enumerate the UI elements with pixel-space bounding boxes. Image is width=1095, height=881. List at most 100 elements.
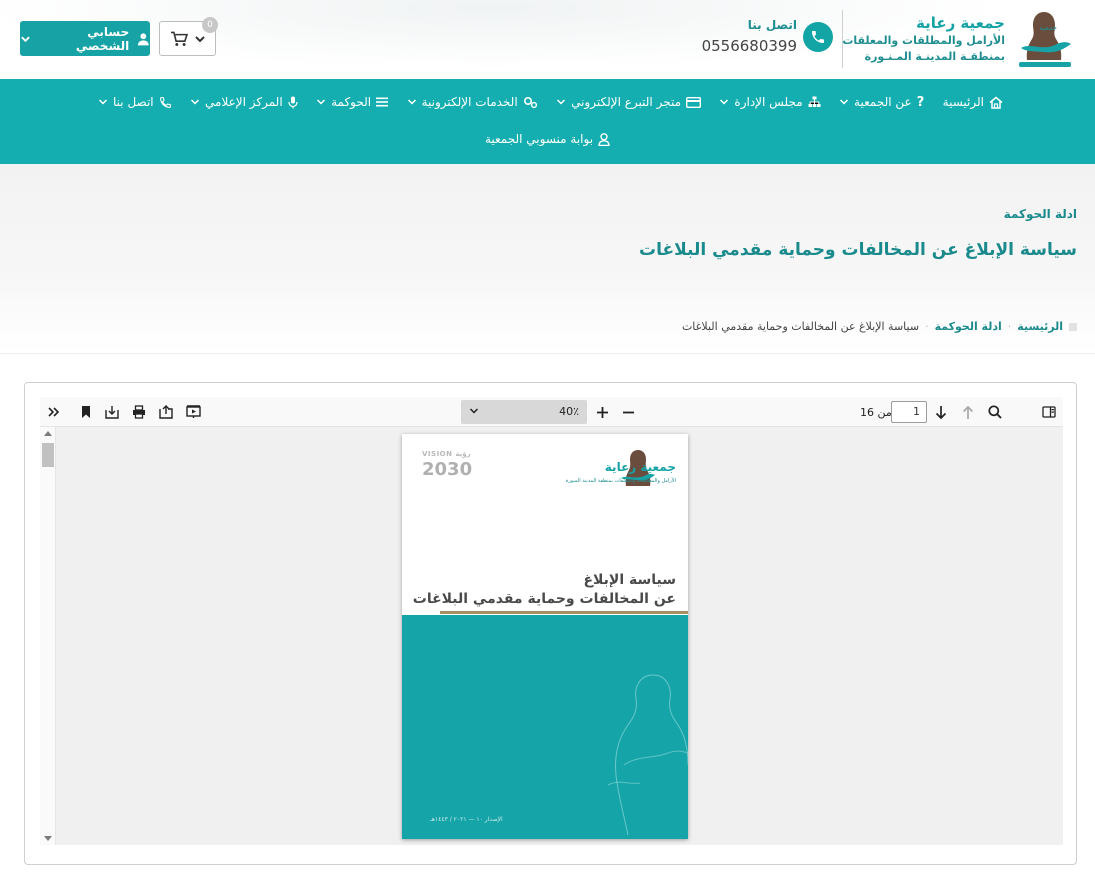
nav-item-label: الحوكمة [331,95,372,109]
scrollbar-thumb[interactable] [42,443,54,467]
page-title: سياسة الإبلاغ عن المخالفات وحماية مقدمي … [639,240,1077,260]
plus-icon [596,406,608,418]
breadcrumb-home[interactable]: الرئيسية [1017,320,1063,333]
woman-silhouette-illustration [607,674,688,835]
zoom-value: 40٪ [559,405,579,418]
header-divider [842,10,843,68]
breadcrumb-separator: · [925,320,929,333]
home-icon [989,96,1003,109]
chevron-down-icon [407,99,416,105]
top-header: جمعية جمعية رعاية الأرامل والمطلقات والم… [0,0,1095,79]
nav-item-label: بوابة منسوبي الجمعية [484,132,594,146]
bookmark-icon [82,406,90,418]
page-count-label: من 16 [860,406,892,419]
chevron-down-icon [194,35,205,42]
breadcrumb-category[interactable]: ادلة الحوكمة [935,320,1002,333]
logo-subtitle-region: بمنطقـة المدينـة المـنـورة [864,50,1005,63]
page-header: ادلة الحوكمة سياسة الإبلاغ عن المخالفات … [0,164,1095,354]
document-cover-band: الإصدار ١٠ — ٢٠٢١ / ١٤٤٣هـ [402,615,688,839]
breadcrumb: الرئيسية · ادلة الحوكمة · سياسة الإبلاغ … [682,320,1077,333]
scroll-down-arrow[interactable] [44,836,52,841]
search-icon [988,405,1002,419]
download-button[interactable] [102,402,122,422]
breadcrumb-separator: · [1007,320,1012,333]
site-logo[interactable]: جمعية جمعية رعاية الأرامل والمطلقات والم… [840,8,1075,70]
nav-item-e-services[interactable]: الخدمات الإلكترونية [407,95,538,109]
nav-item-governance[interactable]: الحوكمة [316,95,389,109]
print-icon [133,405,145,419]
nav-item-label: المركز الإعلامي [205,95,283,109]
arrow-down-icon [935,405,947,419]
question-icon: ? [916,94,925,110]
category-label: ادلة الحوكمة [1003,207,1077,221]
cogs-icon [523,96,537,108]
nav-item-label: متجر التبرع الإلكتروني [571,95,681,109]
previous-page-button[interactable] [958,402,978,422]
zoom-out-button[interactable] [618,402,638,422]
nav-item-label: مجلس الإدارة [734,95,803,109]
sidebar-toggle-button[interactable] [1039,402,1059,422]
logo-subtitle: الأرامل والمطلقات والمعلقات [842,34,1005,47]
user-icon [138,32,150,45]
nav-item-label: الخدمات الإلكترونية [421,95,518,109]
nav-item-label: عن الجمعية [854,95,912,109]
account-label: حسابي الشخصي [75,24,130,53]
breadcrumb-current: سياسة الإبلاغ عن المخالفات وحماية مقدمي … [681,320,920,333]
contact-label: اتصل بنا [747,18,797,32]
minus-icon [622,411,634,413]
document-logo-title: جمعية رعاية [604,460,676,474]
pdf-viewer: 40٪ من 16 1 جمعية رعاية الأرامل والمطلقا… [24,382,1077,865]
chevron-down-icon [317,99,326,105]
chevron-down-icon [21,36,30,42]
nav-item-board[interactable]: مجلس الإدارة [719,95,821,109]
svg-text:جمعية: جمعية [1039,24,1057,32]
nav-item-staff-portal[interactable]: بوابة منسوبي الجمعية [485,132,610,146]
page-number-input[interactable]: 1 [891,401,927,423]
nav-item-label: الرئيسية [942,95,984,109]
document-title-line2: عن المخالفات وحماية مقدمي البلاغات [412,591,676,607]
chevron-down-icon [557,99,566,105]
vision-year: 2030 [422,459,473,480]
nav-item-home[interactable]: الرئيسية [943,95,1003,109]
shopping-cart-icon [170,31,188,46]
phone-icon [159,96,171,108]
open-file-button[interactable] [156,402,176,422]
logo-mark-icon: جمعية [1019,12,1071,67]
download-icon [105,406,119,419]
account-button[interactable]: حسابي الشخصي [20,21,150,56]
chevron-down-icon [840,99,849,105]
document-title-line1: سياسة الإبلاغ [583,572,676,588]
zoom-in-button[interactable] [592,402,612,422]
vision-2030-logo: VISION رؤية 2030 [422,450,482,490]
print-button[interactable] [129,402,149,422]
vision-label: VISION رؤية [422,450,471,458]
contact-phone[interactable]: 0556680399 [702,37,797,55]
logo-title: جمعية رعاية [915,14,1005,32]
nav-item-about[interactable]: ? عن الجمعية [839,95,924,110]
bookmark-button[interactable] [76,402,96,422]
open-file-icon [159,405,173,419]
nav-item-contact[interactable]: اتصل بنا [98,95,172,109]
user-icon [598,132,610,146]
next-page-button[interactable] [931,402,951,422]
phone-icon[interactable] [803,22,833,52]
arrow-up-icon [962,405,974,419]
zoom-select[interactable]: 40٪ [461,400,587,424]
document-logo-subtitle: الأرامل والمطلقات والمعلقات بمنطقة المدي… [565,478,676,484]
nav-item-donation-store[interactable]: متجر التبرع الإلكتروني [556,95,701,109]
find-button[interactable] [985,402,1005,422]
double-chevron-right-icon [48,407,60,417]
tools-menu-button[interactable] [44,402,64,422]
scrollbar[interactable] [40,427,56,845]
main-navigation: الرئيسية ? عن الجمعية مجلس الإدارة متجر … [0,79,1095,164]
presentation-mode-button[interactable] [183,402,203,422]
pdf-viewer-area[interactable]: جمعية رعاية الأرامل والمطلقات والمعلقات … [40,427,1063,845]
pdf-page: جمعية رعاية الأرامل والمطلقات والمعلقات … [402,434,688,839]
microphone-icon [288,96,298,108]
list-icon [376,97,389,107]
scroll-up-arrow[interactable] [44,431,52,436]
chevron-down-icon [191,99,200,105]
document-edition: الإصدار ١٠ — ٢٠٢١ / ١٤٤٣هـ [430,816,503,823]
credit-card-icon [686,96,701,108]
nav-item-media-center[interactable]: المركز الإعلامي [190,95,298,109]
